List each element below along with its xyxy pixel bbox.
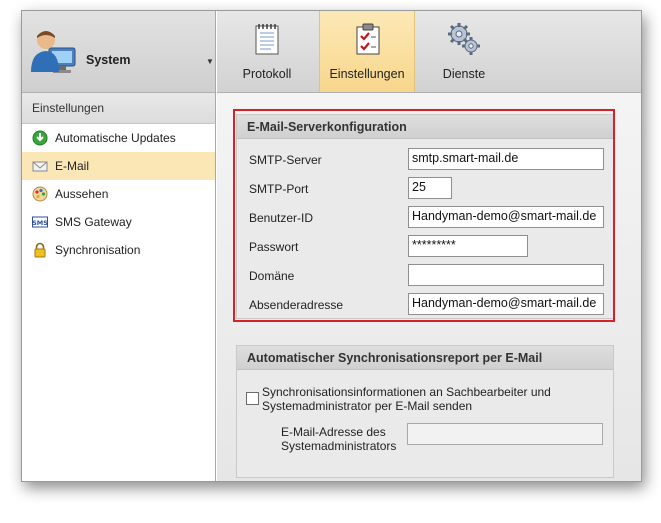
sidebar-item-label: Aussehen	[55, 187, 109, 201]
smtp-config-group: E-Mail-Serverkonfiguration SMTP-Server s…	[236, 114, 614, 319]
domain-label: Domäne	[249, 269, 295, 283]
smtp-port-input[interactable]: 25	[408, 177, 452, 199]
gears-icon	[448, 23, 480, 55]
sync-report-checkbox[interactable]	[246, 392, 259, 405]
smtp-server-input[interactable]: smtp.smart-mail.de	[408, 148, 604, 170]
sidebar-item-label: SMS Gateway	[55, 215, 132, 229]
smtp-config-title: E-Mail-Serverkonfiguration	[237, 115, 613, 139]
system-title: System	[86, 53, 131, 67]
sidebar-item-label: Automatische Updates	[55, 131, 176, 145]
sidebar-section-title: Einstellungen	[22, 93, 216, 124]
sidebar-item-email[interactable]: E-Mail	[22, 152, 215, 180]
palette-icon	[32, 186, 48, 202]
ribbon-toolbar: Protokoll Einstellungen Dienste	[217, 11, 641, 93]
user-id-label: Benutzer-ID	[249, 211, 314, 225]
sidebar-item-label: E-Mail	[55, 159, 90, 173]
system-header[interactable]: System ▼	[22, 11, 216, 93]
sidebar-item-label: Synchronisation	[55, 243, 141, 257]
ribbon-button-label: Protokoll	[242, 67, 292, 81]
sidebar-item-synchronisation[interactable]: Synchronisation	[22, 236, 215, 264]
sync-report-title: Automatischer Synchronisationsreport per…	[237, 346, 613, 370]
app-window: System ▼ Einstellungen Automatische Upda…	[21, 10, 642, 482]
smtp-port-label: SMTP-Port	[249, 182, 309, 196]
sender-address-input[interactable]: Handyman-demo@smart-mail.de	[408, 293, 604, 315]
password-label: Passwort	[249, 240, 299, 254]
ribbon-button-einstellungen[interactable]: Einstellungen	[319, 11, 415, 92]
password-input[interactable]: *********	[408, 235, 528, 257]
sync-report-group: Automatischer Synchronisationsreport per…	[236, 345, 614, 478]
sidebar-item-aussehen[interactable]: Aussehen	[22, 180, 215, 208]
notepad-icon	[255, 24, 279, 55]
ribbon-button-label: Dienste	[442, 67, 486, 81]
ribbon-button-protokoll[interactable]: Protokoll	[231, 11, 303, 92]
ribbon-button-dienste[interactable]: Dienste	[423, 11, 505, 92]
sidebar-item-automatische-updates[interactable]: Automatische Updates	[22, 124, 215, 152]
sender-address-label: Absenderadresse	[249, 298, 344, 312]
checklist-icon	[356, 23, 380, 55]
domain-input[interactable]	[408, 264, 604, 286]
sidebar-list: Automatische Updates E-Mail Aussehen SMS	[22, 124, 216, 481]
sms-icon: SMS	[32, 216, 48, 228]
admin-email-input[interactable]	[407, 423, 603, 445]
user-computer-icon	[31, 31, 76, 73]
mail-icon	[32, 161, 48, 172]
user-id-input[interactable]: Handyman-demo@smart-mail.de	[408, 206, 604, 228]
content-area: E-Mail-Serverkonfiguration SMTP-Server s…	[217, 93, 641, 481]
lock-icon	[34, 242, 46, 258]
dropdown-arrow-icon[interactable]: ▼	[206, 57, 214, 66]
update-icon	[32, 130, 48, 146]
sidebar-item-sms-gateway[interactable]: SMS SMS Gateway	[22, 208, 215, 236]
ribbon-button-label: Einstellungen	[329, 67, 405, 81]
sync-report-checkbox-label: Synchronisationsinformationen an Sachbea…	[262, 385, 551, 413]
smtp-server-label: SMTP-Server	[249, 153, 322, 167]
svg-text:SMS: SMS	[32, 219, 48, 227]
admin-email-label: E-Mail-Adresse des Systemadministrators	[281, 425, 397, 453]
